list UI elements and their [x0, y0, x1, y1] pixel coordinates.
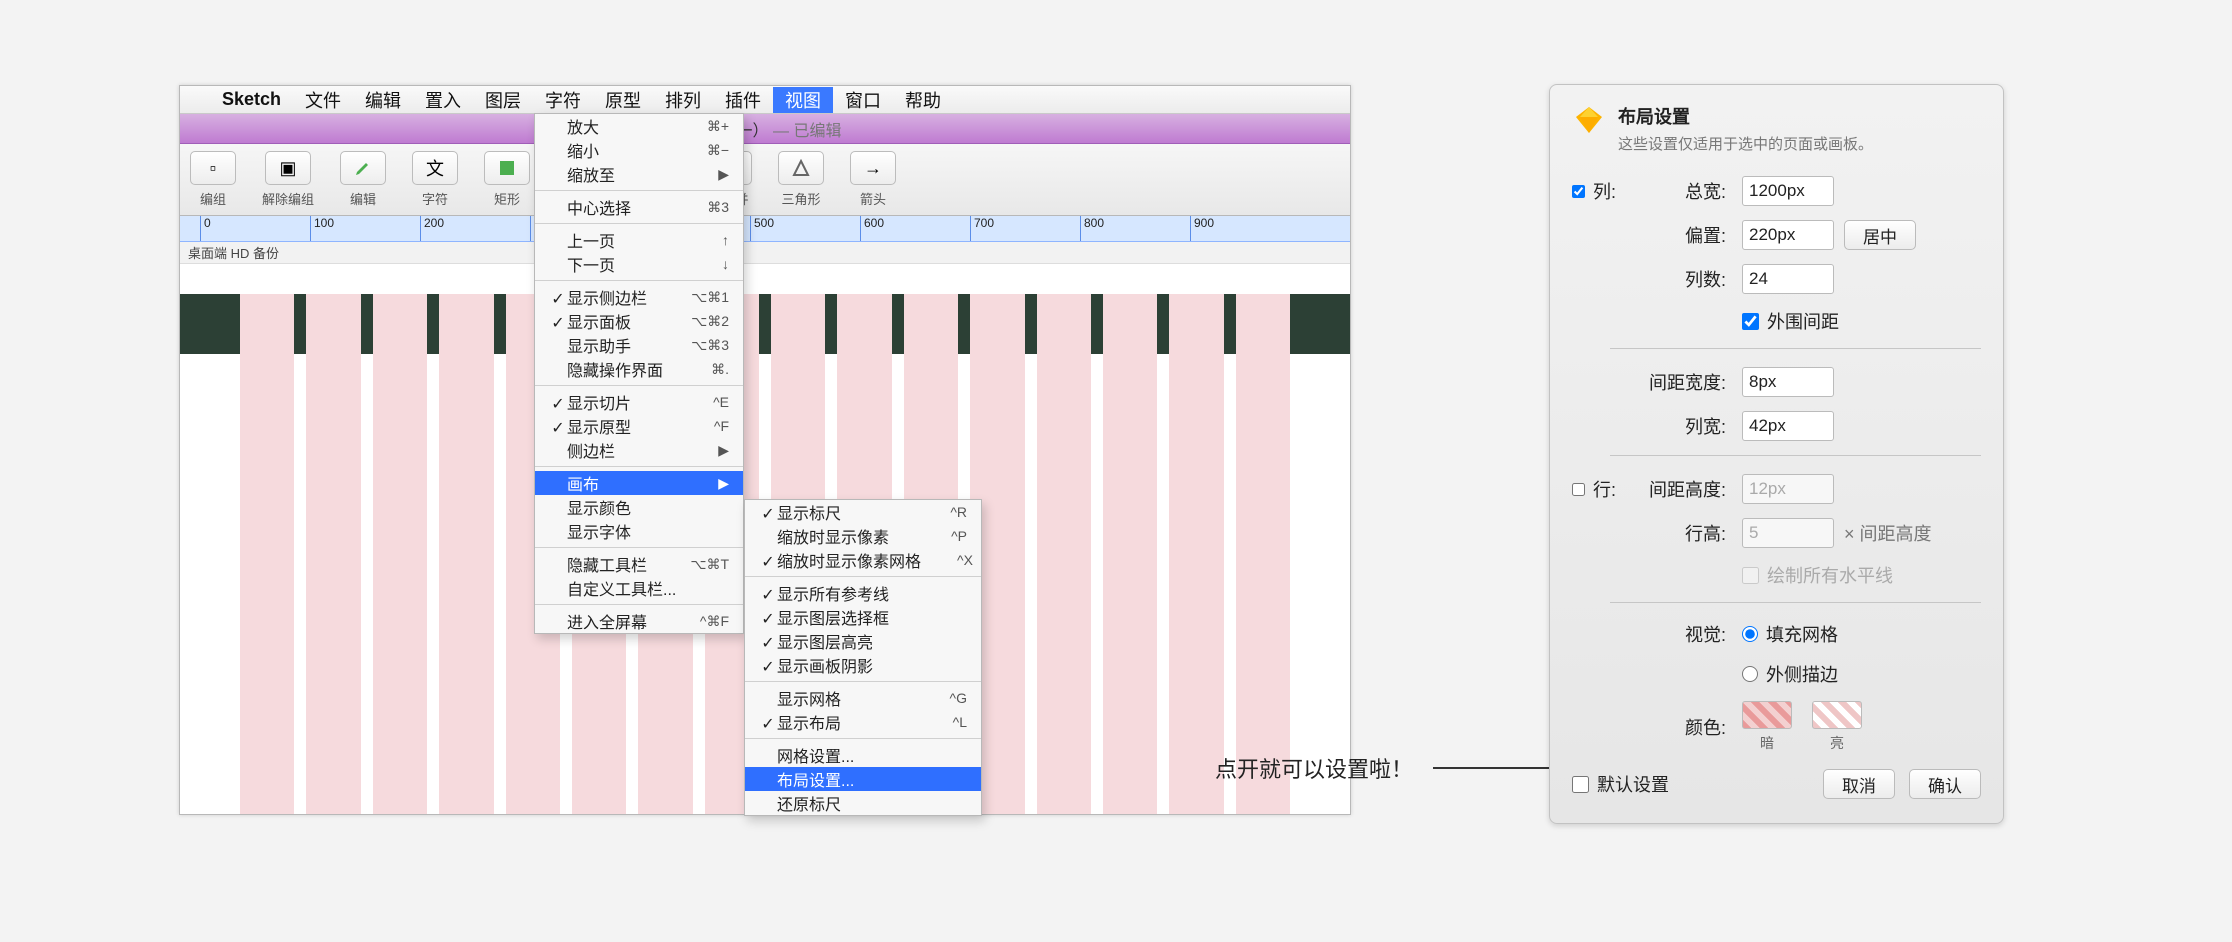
color-light-swatch[interactable] — [1812, 701, 1862, 729]
offset-input[interactable]: 220px — [1742, 220, 1834, 250]
columns-checkbox[interactable]: 列: — [1572, 178, 1612, 204]
toolbar-edit-button[interactable] — [340, 151, 386, 185]
toolbar-arrow-button[interactable]: → — [850, 151, 896, 185]
menu-item[interactable]: 显示助手⌥⌘3 — [535, 333, 743, 357]
sketch-diamond-icon — [1572, 103, 1606, 137]
menu-edit[interactable]: 编辑 — [353, 87, 413, 113]
cancel-button[interactable]: 取消 — [1823, 769, 1895, 799]
toolbar: ▫编组 ▣解除编组 编辑 文字符 矩形 椭圆形 圆角矩形 ◧组合并 三角形 →箭… — [180, 144, 1350, 216]
ok-button[interactable]: 确认 — [1909, 769, 1981, 799]
menu-insert[interactable]: 置入 — [413, 87, 473, 113]
menu-plugins[interactable]: 插件 — [713, 87, 773, 113]
menu-item[interactable]: ✓显示面板⌥⌘2 — [535, 309, 743, 333]
menu-help[interactable]: 帮助 — [893, 87, 953, 113]
menu-item[interactable]: 缩小⌘− — [535, 138, 743, 162]
menu-item[interactable]: 画布▶ — [535, 471, 743, 495]
menu-item[interactable]: 布局设置... — [745, 767, 981, 791]
ruler-tick: 800 — [1080, 216, 1104, 241]
menu-item[interactable]: 显示网格^G — [745, 686, 981, 710]
menu-item[interactable]: 缩放时显示像素^P — [745, 524, 981, 548]
visual-stroke-radio[interactable]: 外侧描边 — [1742, 661, 1838, 687]
menu-item[interactable]: ✓显示画板阴影 — [745, 653, 981, 677]
menu-item[interactable]: 还原标尺 — [745, 791, 981, 815]
column-width-input[interactable]: 42px — [1742, 411, 1834, 441]
menu-arrange[interactable]: 排列 — [653, 87, 713, 113]
menu-file[interactable]: 文件 — [293, 87, 353, 113]
total-width-input[interactable]: 1200px — [1742, 176, 1834, 206]
menu-item[interactable]: 显示字体 — [535, 519, 743, 543]
menu-item[interactable]: 下一页↓ — [535, 252, 743, 276]
rows-checkbox[interactable]: 行: — [1572, 476, 1612, 502]
column-count-input[interactable]: 24 — [1742, 264, 1834, 294]
menu-item[interactable]: 进入全屏幕^⌘F — [535, 609, 743, 633]
toolbar-group-button[interactable]: ▫ — [190, 151, 236, 185]
gutter-width-input[interactable]: 8px — [1742, 367, 1834, 397]
panel-subtitle: 这些设置仅适用于选中的页面或画板。 — [1618, 133, 1873, 154]
menu-proto[interactable]: 原型 — [593, 87, 653, 113]
ruler-tick: 200 — [420, 216, 444, 241]
ruler-tick: 0 — [200, 216, 211, 241]
canvas-submenu[interactable]: ✓显示标尺^R缩放时显示像素^P✓缩放时显示像素网格^X✓显示所有参考线✓显示图… — [744, 499, 982, 816]
menu-item[interactable]: ✓显示图层选择框 — [745, 605, 981, 629]
menu-item[interactable]: ✓显示侧边栏⌥⌘1 — [535, 285, 743, 309]
menu-window[interactable]: 窗口 — [833, 87, 893, 113]
titlebar: 设计（一） — 已编辑 — [180, 114, 1350, 144]
menu-item[interactable]: 放大⌘+ — [535, 114, 743, 138]
menu-item[interactable]: 自定义工具栏... — [535, 576, 743, 600]
menu-item[interactable]: 中心选择⌘3 — [535, 195, 743, 219]
menu-item[interactable]: ✓缩放时显示像素网格^X — [745, 548, 981, 572]
panel-title: 布局设置 — [1618, 103, 1873, 129]
toolbar-text-button[interactable]: 文 — [412, 151, 458, 185]
row-height-input[interactable]: 5 — [1742, 518, 1834, 548]
app-name[interactable]: Sketch — [210, 89, 293, 110]
menu-item[interactable]: 上一页↑ — [535, 228, 743, 252]
toolbar-ungroup-button[interactable]: ▣ — [265, 151, 311, 185]
outer-gutter-checkbox[interactable]: 外围间距 — [1742, 308, 1839, 334]
menu-item[interactable]: ✓显示所有参考线 — [745, 581, 981, 605]
default-checkbox[interactable]: 默认设置 — [1572, 771, 1669, 797]
menu-item[interactable]: 隐藏工具栏⌥⌘T — [535, 552, 743, 576]
row-gutter-input[interactable]: 12px — [1742, 474, 1834, 504]
ruler-tick: 700 — [970, 216, 994, 241]
ruler-tick: 100 — [310, 216, 334, 241]
menu-item[interactable]: ✓显示图层高亮 — [745, 629, 981, 653]
menu-item[interactable]: ✓显示原型^F — [535, 414, 743, 438]
ruler-tick: 600 — [860, 216, 884, 241]
menu-view[interactable]: 视图 — [773, 87, 833, 113]
draw-all-checkbox[interactable]: 绘制所有水平线 — [1742, 562, 1893, 588]
menu-item[interactable]: 缩放至▶ — [535, 162, 743, 186]
artboard-label: 桌面端 HD 备份 — [180, 242, 1350, 264]
color-dark-swatch[interactable] — [1742, 701, 1792, 729]
ruler-tick: 500 — [750, 216, 774, 241]
menu-item[interactable]: 显示颜色 — [535, 495, 743, 519]
toolbar-rect-button[interactable] — [484, 151, 530, 185]
menu-item[interactable]: 网格设置... — [745, 743, 981, 767]
visual-fill-radio[interactable]: 填充网格 — [1742, 621, 1838, 647]
menu-item[interactable]: ✓显示切片^E — [535, 390, 743, 414]
menu-text[interactable]: 字符 — [533, 87, 593, 113]
menubar: Sketch 文件 编辑 置入 图层 字符 原型 排列 插件 视图 窗口 帮助 — [180, 86, 1350, 114]
layout-settings-panel: 布局设置 这些设置仅适用于选中的页面或画板。 列: 总宽: 1200px 偏置:… — [1549, 84, 2004, 824]
center-button[interactable]: 居中 — [1844, 220, 1916, 250]
ruler-tick: 900 — [1190, 216, 1214, 241]
menu-item[interactable]: ✓显示标尺^R — [745, 500, 981, 524]
view-menu[interactable]: 放大⌘+缩小⌘−缩放至▶ 中心选择⌘3 上一页↑下一页↓ ✓显示侧边栏⌥⌘1✓显示面板… — [534, 113, 744, 634]
menu-layer[interactable]: 图层 — [473, 87, 533, 113]
toolbar-triangle-button[interactable] — [778, 151, 824, 185]
menu-item[interactable]: 隐藏操作界面⌘. — [535, 357, 743, 381]
ruler[interactable]: 0100200300400500600700800900 — [180, 216, 1350, 242]
menu-item[interactable]: 侧边栏▶ — [535, 438, 743, 462]
menu-item[interactable]: ✓显示布局^L — [745, 710, 981, 734]
